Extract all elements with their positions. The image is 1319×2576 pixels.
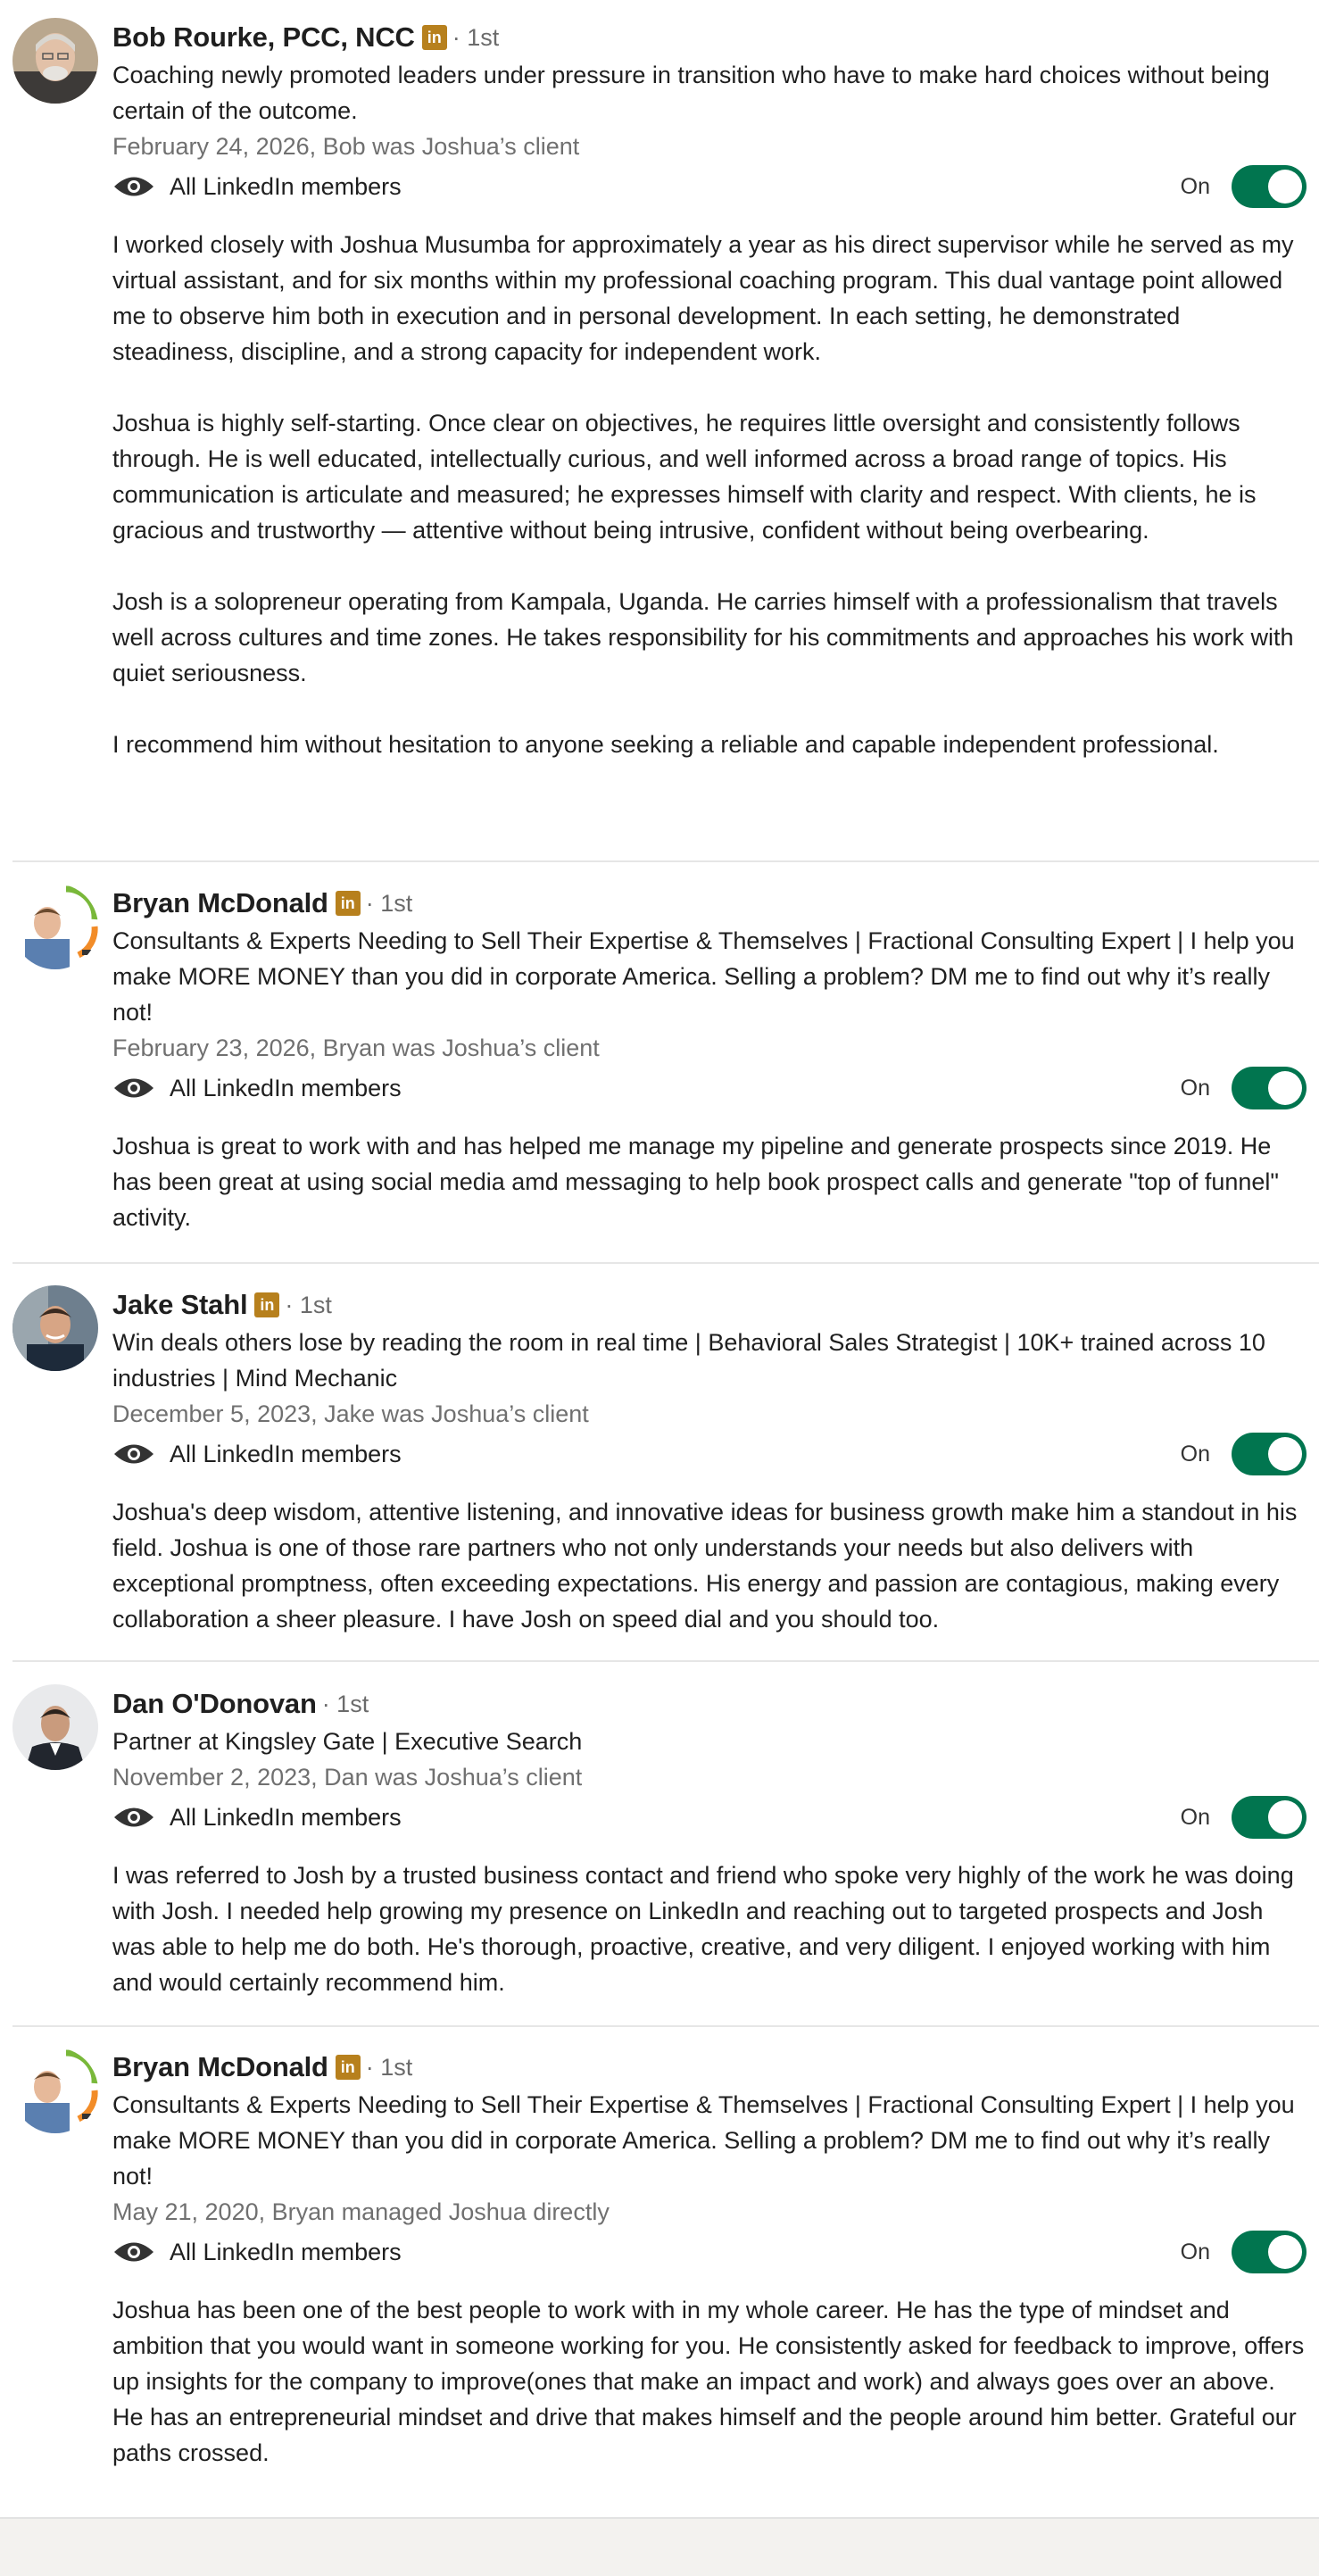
connection-degree: · 1st — [285, 1291, 332, 1318]
recommender-name[interactable]: Bryan McDonald — [112, 887, 328, 919]
recommendation-paragraph: Joshua has been one of the best people t… — [112, 2297, 1305, 2466]
name-line: Bryan McDonald in · 1st — [112, 884, 1307, 923]
recommender-name[interactable]: Bob Rourke, PCC, NCC — [112, 21, 415, 54]
visibility-label: All LinkedIn members — [170, 2238, 402, 2265]
recommendation-date: May 21, 2020, Bryan managed Joshua direc… — [112, 2198, 610, 2225]
visibility-toggle[interactable] — [1232, 2231, 1307, 2273]
eye-icon — [114, 2242, 153, 2262]
eye-icon — [114, 1078, 153, 1098]
avatar[interactable] — [12, 2048, 98, 2133]
recommendation-text: Joshua is great to work with and has hel… — [112, 1128, 1307, 1235]
avatar[interactable] — [12, 1285, 98, 1371]
toggle-knob — [1268, 1800, 1302, 1834]
recommender-name[interactable]: Jake Stahl — [112, 1289, 248, 1321]
linkedin-icon: in — [421, 25, 447, 50]
visibility-row: All LinkedIn members On — [112, 2231, 1307, 2273]
visibility-toggle[interactable] — [1232, 1796, 1307, 1839]
recommendation-paragraph: Josh is a solopreneur operating from Kam… — [112, 588, 1294, 686]
recommendation-card: Jake Stahl in · 1st Win deals others los… — [12, 1285, 1319, 1662]
toggle-knob — [1268, 1071, 1302, 1105]
eye-icon — [114, 177, 153, 196]
avatar[interactable] — [12, 18, 98, 104]
recommender-headline: Consultants & Experts Needing to Sell Th… — [112, 2091, 1295, 2190]
name-line: Jake Stahl in · 1st — [112, 1285, 1307, 1325]
linkedin-icon: in — [254, 1292, 280, 1317]
visibility-label: All LinkedIn members — [170, 1440, 402, 1467]
visibility-toggle-group: On — [1181, 1433, 1307, 1475]
recommendation-card: Bryan McDonald in · 1st Consultants & Ex… — [12, 2048, 1319, 2494]
recommender-name[interactable]: Dan O'Donovan — [112, 1688, 317, 1720]
connection-degree: · 1st — [321, 1690, 369, 1717]
recommendation-paragraph: Joshua is great to work with and has hel… — [112, 1133, 1279, 1231]
toggle-state-label: On — [1180, 1075, 1210, 1101]
visibility-toggle-group: On — [1181, 1067, 1307, 1109]
recommender-headline: Coaching newly promoted leaders under pr… — [112, 62, 1270, 124]
recommendation-paragraph: I worked closely with Joshua Musumba for… — [112, 231, 1294, 365]
visibility-toggle-group: On — [1181, 1796, 1307, 1839]
visibility-row: All LinkedIn members On — [112, 1796, 1307, 1839]
recommendation-text: Joshua has been one of the best people t… — [112, 2292, 1307, 2471]
recommendation-paragraph: Joshua is highly self-starting. Once cle… — [112, 410, 1257, 544]
recommendation-paragraph: I recommend him without hesitation to an… — [112, 731, 1219, 758]
name-line: Bob Rourke, PCC, NCC in · 1st — [112, 18, 1307, 57]
toggle-state-label: On — [1180, 173, 1210, 199]
recommender-headline: Partner at Kingsley Gate | Executive Sea… — [112, 1728, 583, 1755]
recommendation-text: I was referred to Josh by a trusted busi… — [112, 1857, 1307, 2000]
eye-icon — [114, 1444, 153, 1464]
visibility-toggle[interactable] — [1232, 165, 1307, 208]
recommendation-date: November 2, 2023, Dan was Joshua’s clien… — [112, 1764, 583, 1791]
toggle-state-label: On — [1180, 1441, 1210, 1467]
recommendation-paragraph: I was referred to Josh by a trusted busi… — [112, 1862, 1294, 1996]
recommendation-text: Joshua's deep wisdom, attentive listenin… — [112, 1494, 1307, 1637]
connection-degree: · 1st — [452, 23, 500, 51]
recommender-headline: Consultants & Experts Needing to Sell Th… — [112, 927, 1295, 1026]
visibility-row: All LinkedIn members On — [112, 165, 1307, 208]
name-line: Dan O'Donovan · 1st — [112, 1684, 1307, 1724]
recommender-name[interactable]: Bryan McDonald — [112, 2051, 328, 2083]
recommendation-card: Bryan McDonald in · 1st Consultants & Ex… — [12, 884, 1319, 1264]
page-footer-band — [0, 2517, 1319, 2576]
linkedin-icon: in — [335, 891, 361, 916]
linkedin-icon: in — [335, 2055, 361, 2080]
visibility-row: All LinkedIn members On — [112, 1067, 1307, 1109]
connection-degree: · 1st — [365, 2053, 413, 2081]
toggle-knob — [1268, 170, 1302, 204]
avatar[interactable] — [12, 884, 98, 969]
visibility-label: All LinkedIn members — [170, 1074, 402, 1101]
connection-degree: · 1st — [365, 889, 413, 917]
visibility-label: All LinkedIn members — [170, 1803, 402, 1831]
toggle-knob — [1268, 1437, 1302, 1471]
recommendation-card: Bob Rourke, PCC, NCC in · 1st Coaching n… — [12, 18, 1319, 862]
recommendation-date: February 23, 2026, Bryan was Joshua’s cl… — [112, 1035, 600, 1061]
visibility-row: All LinkedIn members On — [112, 1433, 1307, 1475]
recommendation-text: I worked closely with Joshua Musumba for… — [112, 227, 1307, 762]
recommendation-card: Dan O'Donovan · 1st Partner at Kingsley … — [12, 1684, 1319, 2027]
toggle-state-label: On — [1180, 1804, 1210, 1830]
recommender-headline: Win deals others lose by reading the roo… — [112, 1329, 1265, 1392]
toggle-state-label: On — [1180, 2239, 1210, 2264]
visibility-toggle[interactable] — [1232, 1433, 1307, 1475]
visibility-toggle-group: On — [1181, 2231, 1307, 2273]
avatar[interactable] — [12, 1684, 98, 1770]
recommendation-date: February 24, 2026, Bob was Joshua’s clie… — [112, 133, 580, 160]
name-line: Bryan McDonald in · 1st — [112, 2048, 1307, 2087]
visibility-toggle[interactable] — [1232, 1067, 1307, 1109]
recommendation-date: December 5, 2023, Jake was Joshua’s clie… — [112, 1400, 589, 1427]
visibility-label: All LinkedIn members — [170, 172, 402, 200]
eye-icon — [114, 1807, 153, 1827]
visibility-toggle-group: On — [1181, 165, 1307, 208]
toggle-knob — [1268, 2235, 1302, 2269]
recommendation-paragraph: Joshua's deep wisdom, attentive listenin… — [112, 1499, 1298, 1633]
